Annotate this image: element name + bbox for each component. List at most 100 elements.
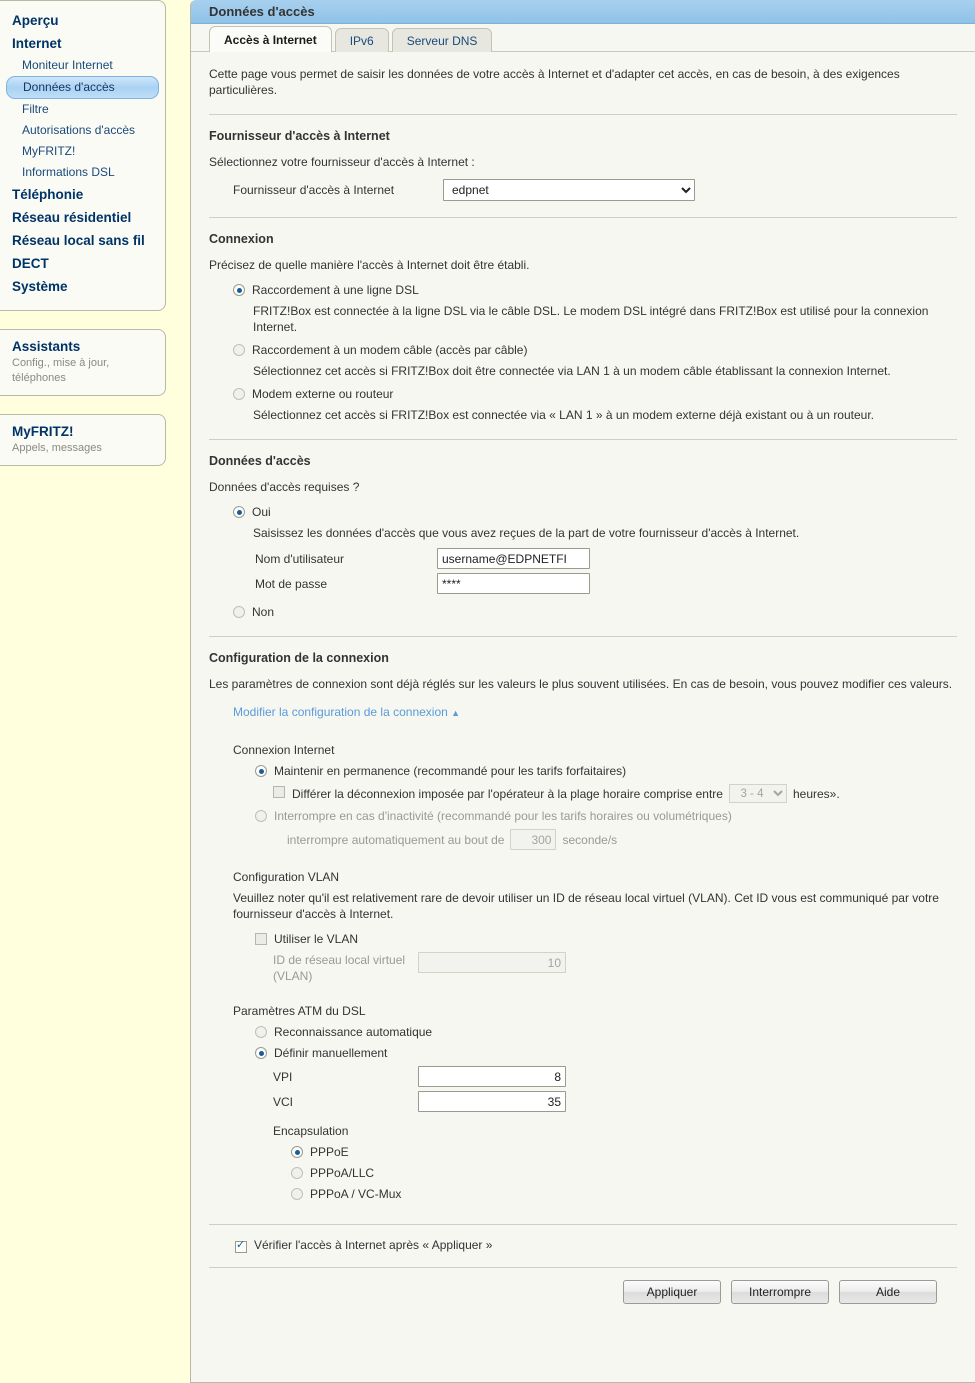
password-row: Mot de passe (255, 573, 957, 594)
radio-external-modem[interactable]: Modem externe ou routeur (233, 386, 957, 402)
use-vlan-label: Utiliser le VLAN (274, 932, 359, 946)
radio-keep-permanent-icon[interactable] (255, 765, 267, 777)
radio-cable-modem[interactable]: Raccordement à un modem câble (accès par… (233, 342, 957, 358)
radio-dsl-line-description: FRITZ!Box est connectée à la ligne DSL v… (253, 304, 929, 334)
tab-acces-a-internet[interactable]: Accès à Internet (209, 26, 332, 52)
assistants-card[interactable]: Assistants Config., mise à jour, télépho… (0, 329, 166, 396)
inactivity-text-before: interrompre automatiquement au bout de (287, 832, 505, 847)
tab-ipv6[interactable]: IPv6 (334, 28, 389, 52)
radio-atm-manual[interactable]: Définir manuellement (255, 1045, 957, 1061)
cancel-button[interactable]: Interrompre (731, 1280, 829, 1304)
defer-time-range-select[interactable]: 3 - 4 (728, 784, 787, 803)
sidebar-item-moniteur-internet[interactable]: Moniteur Internet (0, 55, 165, 76)
inactivity-timeout-row: interrompre automatiquement au bout de s… (287, 829, 957, 850)
username-input[interactable] (437, 548, 590, 569)
sidebar-item-internet[interactable]: Internet (0, 32, 165, 55)
page-title: Données d'accès (209, 4, 315, 19)
sidebar-item-informations-dsl[interactable]: Informations DSL (0, 162, 165, 183)
username-row: Nom d'utilisateur (255, 548, 957, 569)
vlan-id-label: ID de réseau local virtuel (VLAN) (273, 953, 406, 983)
inactivity-text-after: seconde/s (562, 832, 618, 847)
sidebar-item-autorisations-dacces[interactable]: Autorisations d'accès (0, 120, 165, 141)
button-bar: Appliquer Interrompre Aide (209, 1268, 957, 1304)
radio-pppoa-vcmux[interactable]: PPPoA / VC-Mux (291, 1186, 957, 1202)
radio-disconnect-inactivity-icon[interactable] (255, 810, 267, 822)
username-label: Nom d'utilisateur (255, 551, 344, 566)
sidebar-item-reseau-local-sans-fil[interactable]: Réseau local sans fil (0, 229, 165, 252)
defer-disconnect-row: Différer la déconnexion imposée par l'op… (273, 784, 957, 803)
radio-atm-manual-label: Définir manuellement (274, 1046, 388, 1060)
apply-button[interactable]: Appliquer (623, 1280, 721, 1304)
internet-connection-group-label: Connexion Internet (233, 743, 335, 757)
use-vlan-row[interactable]: Utiliser le VLAN (255, 931, 957, 947)
sidebar-item-dect[interactable]: DECT (0, 252, 165, 275)
tab-serveur-dns[interactable]: Serveur DNS (391, 28, 493, 52)
radio-keep-permanent[interactable]: Maintenir en permanence (recommandé pour… (255, 763, 957, 779)
assistants-subtitle: Config., mise à jour, téléphones (12, 357, 110, 384)
radio-external-modem-icon[interactable] (233, 388, 245, 400)
sidebar-item-donnees-dacces[interactable]: Données d'accès (6, 76, 159, 99)
credentials-hint: Saisissez les données d'accès que vous a… (253, 526, 800, 540)
radio-credentials-yes[interactable]: Oui (233, 504, 957, 520)
modify-connection-config-link[interactable]: Modifier la configuration de la connexio… (233, 705, 460, 719)
vpi-row: VPI (273, 1066, 957, 1087)
radio-dsl-line[interactable]: Raccordement à une ligne DSL (233, 282, 957, 298)
sidebar-item-telephonie[interactable]: Téléphonie (0, 183, 165, 206)
radio-pppoe-label: PPPoE (310, 1145, 349, 1159)
conn-config-section-title: Configuration de la connexion (209, 651, 389, 665)
radio-disconnect-inactivity[interactable]: Interrompre en cas d'inactivité (recomma… (255, 808, 957, 824)
sidebar-item-myfritz[interactable]: MyFRITZ! (0, 141, 165, 162)
vlan-note: Veuillez noter qu'il est relativement ra… (233, 891, 939, 921)
tab-bar: Accès à Internet IPv6 Serveur DNS (191, 24, 975, 52)
help-button[interactable]: Aide (839, 1280, 937, 1304)
radio-credentials-no-icon[interactable] (233, 606, 245, 618)
page-titlebar: Données d'accès (191, 0, 975, 24)
radio-atm-manual-icon[interactable] (255, 1047, 267, 1059)
connection-prompt: Précisez de quelle manière l'accès à Int… (209, 258, 530, 272)
password-input[interactable] (437, 573, 590, 594)
sidebar-item-systeme[interactable]: Système (0, 275, 165, 298)
myfritz-subtitle: Appels, messages (12, 442, 102, 454)
assistants-title: Assistants (12, 339, 81, 354)
radio-keep-permanent-label: Maintenir en permanence (recommandé pour… (274, 764, 627, 778)
isp-prompt: Sélectionnez votre fournisseur d'accès à… (209, 155, 475, 169)
main-panel: Données d'accès Accès à Internet IPv6 Se… (190, 0, 975, 1383)
vlan-id-row: ID de réseau local virtuel (VLAN) (273, 952, 957, 984)
defer-disconnect-text-after: heures». (792, 786, 840, 801)
sidebar-item-filtre[interactable]: Filtre (0, 99, 165, 120)
use-vlan-checkbox[interactable] (255, 933, 267, 945)
radio-atm-auto[interactable]: Reconnaissance automatique (255, 1024, 957, 1040)
isp-select[interactable]: edpnet (443, 179, 695, 201)
radio-pppoe[interactable]: PPPoE (291, 1144, 957, 1160)
radio-dsl-line-icon[interactable] (233, 284, 245, 296)
vci-input[interactable] (418, 1091, 566, 1112)
connection-section-title: Connexion (209, 232, 274, 246)
isp-field-label: Fournisseur d'accès à Internet (233, 183, 395, 197)
radio-credentials-no[interactable]: Non (233, 604, 957, 620)
vpi-input[interactable] (418, 1066, 566, 1087)
vci-label: VCI (273, 1094, 294, 1109)
myfritz-title: MyFRITZ! (12, 424, 74, 439)
encapsulation-label: Encapsulation (273, 1124, 349, 1138)
divider (209, 114, 957, 115)
radio-credentials-yes-icon[interactable] (233, 506, 245, 518)
verify-internet-row[interactable]: Vérifier l'accès à Internet après « Appl… (235, 1237, 957, 1253)
radio-cable-modem-label: Raccordement à un modem câble (accès par… (252, 343, 528, 357)
radio-pppoe-icon[interactable] (291, 1146, 303, 1158)
vlan-id-input[interactable] (418, 952, 566, 973)
radio-pppoa-llc-icon[interactable] (291, 1167, 303, 1179)
radio-pppoa-llc[interactable]: PPPoA/LLC (291, 1165, 957, 1181)
radio-external-modem-label: Modem externe ou routeur (252, 387, 394, 401)
myfritz-card[interactable]: MyFRITZ! Appels, messages (0, 414, 166, 466)
inactivity-seconds-input[interactable] (510, 829, 557, 850)
vpi-label: VPI (273, 1069, 293, 1084)
radio-atm-auto-label: Reconnaissance automatique (274, 1025, 433, 1039)
radio-atm-auto-icon[interactable] (255, 1026, 267, 1038)
radio-cable-modem-icon[interactable] (233, 344, 245, 356)
radio-pppoa-vcmux-icon[interactable] (291, 1188, 303, 1200)
radio-credentials-yes-label: Oui (252, 505, 271, 519)
verify-internet-checkbox[interactable] (235, 1239, 247, 1253)
sidebar-item-apercu[interactable]: Aperçu (0, 9, 165, 32)
sidebar-item-reseau-residentiel[interactable]: Réseau résidentiel (0, 206, 165, 229)
defer-disconnect-checkbox[interactable] (273, 786, 285, 798)
